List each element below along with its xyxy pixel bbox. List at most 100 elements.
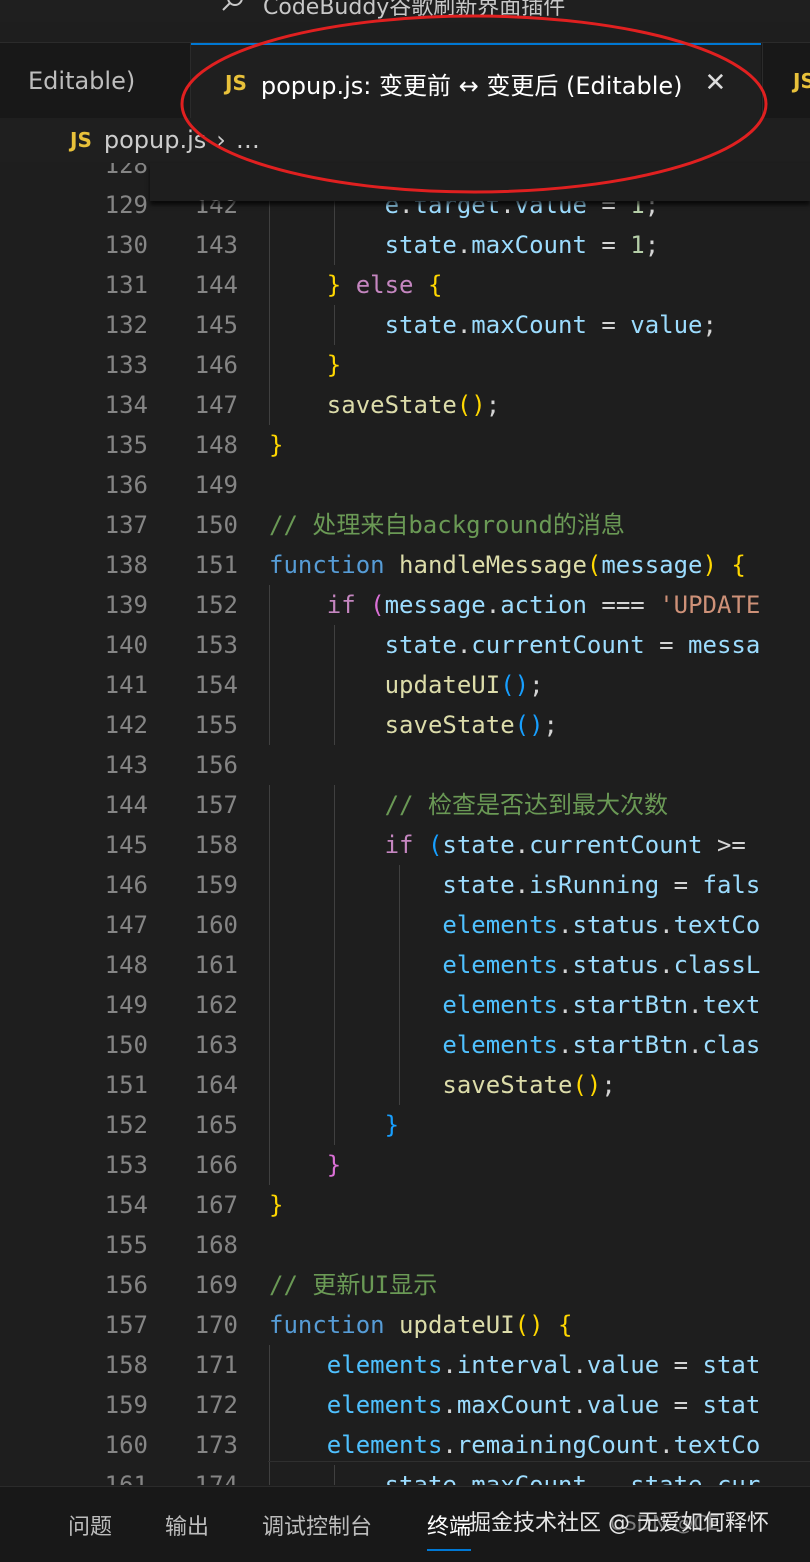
line-number-modified: 172 xyxy=(194,1391,238,1419)
code-line[interactable]: 146 159 state.isRunning = fals xyxy=(0,865,810,905)
line-number-original: 151 xyxy=(104,1071,148,1099)
window-title[interactable]: CodeBuddy谷歌刷新界面插件 xyxy=(263,0,565,21)
line-number-original: 147 xyxy=(104,911,148,939)
code-text: elements.status.textCo xyxy=(442,911,761,939)
line-number-modified: 149 xyxy=(194,471,238,499)
line-number-original: 137 xyxy=(104,511,148,539)
code-line[interactable]: 144 157 // 检查是否达到最大次数 xyxy=(0,785,810,825)
line-number-original: 134 xyxy=(104,391,148,419)
code-line[interactable]: 139 152 if (message.action === 'UPDATE xyxy=(0,585,810,625)
code-editor[interactable]: 128 129 142 e.target.value = 1; 130 143 stat… xyxy=(0,163,810,1485)
code-line[interactable]: 155 168 xyxy=(0,1225,810,1265)
line-number-original: 157 xyxy=(104,1311,148,1339)
code-line[interactable]: 136 149 xyxy=(0,465,810,505)
code-line[interactable]: 158 171 elements.interval.value = stat xyxy=(0,1345,810,1385)
code-line[interactable]: 133 146 } xyxy=(0,345,810,385)
line-number-modified: 161 xyxy=(194,951,238,979)
code-line[interactable]: 134 147 saveState(); xyxy=(0,385,810,425)
code-text: } xyxy=(326,351,342,379)
line-number-modified: 167 xyxy=(194,1191,238,1219)
line-number-modified: 155 xyxy=(194,711,238,739)
tab-terminal[interactable]: 终端 xyxy=(427,1509,472,1551)
code-text: // 更新UI显示 xyxy=(269,1271,438,1299)
code-line[interactable]: 149 162 elements.startBtn.text xyxy=(0,985,810,1025)
code-line[interactable]: 132 145 state.maxCount = value; xyxy=(0,305,810,345)
code-line[interactable]: 152 165 } xyxy=(0,1105,810,1145)
chevron-right-icon: › xyxy=(216,126,226,154)
line-number-original: 141 xyxy=(104,671,148,699)
code-line[interactable]: 135 148} xyxy=(0,425,810,465)
line-number-original: 139 xyxy=(104,591,148,619)
code-line[interactable]: 145 158 if (state.currentCount >= xyxy=(0,825,810,865)
code-line[interactable]: 138 151 function handleMessage(message) { xyxy=(0,545,810,585)
line-number-original: 145 xyxy=(104,831,148,859)
code-line[interactable]: 141 154 updateUI(); xyxy=(0,665,810,705)
line-number-modified: 160 xyxy=(194,911,238,939)
tab-active-label: popup.js: 变更前 ↔ 变更后 (Editable) xyxy=(260,71,683,100)
tab-debug-console[interactable]: 调试控制台 xyxy=(262,1509,372,1541)
code-text: elements.maxCount.value = stat xyxy=(326,1391,761,1419)
line-number-original: 155 xyxy=(104,1231,148,1259)
code-text: } xyxy=(384,1111,400,1139)
tab-next[interactable]: JS xyxy=(762,43,810,119)
code-text: elements.interval.value = stat xyxy=(326,1351,761,1379)
code-text: } xyxy=(269,1191,284,1219)
watermark: 掘金技术社区 @ 无爱如何释怀 xyxy=(469,1511,769,1536)
line-number-modified: 170 xyxy=(194,1311,238,1339)
code-line[interactable]: 153 166 } xyxy=(0,1145,810,1185)
line-number-original: 128 xyxy=(104,163,148,179)
line-number-modified: 146 xyxy=(194,351,238,379)
line-number-original: 158 xyxy=(104,1351,148,1379)
code-line[interactable]: 160 173 elements.remainingCount.textCo xyxy=(0,1425,810,1465)
line-number-original: 150 xyxy=(104,1031,148,1059)
line-number-modified: 150 xyxy=(194,511,238,539)
line-number-modified: 173 xyxy=(194,1431,238,1459)
code-line[interactable]: 159 172 elements.maxCount.value = stat xyxy=(0,1385,810,1425)
code-line[interactable]: 148 161 elements.status.classL xyxy=(0,945,810,985)
code-line[interactable]: 142 155 saveState(); xyxy=(0,705,810,745)
code-line[interactable]: 151 164 saveState(); xyxy=(0,1065,810,1105)
code-line[interactable]: 140 153 state.currentCount = messa xyxy=(0,625,810,665)
line-number-original: 129 xyxy=(104,191,148,219)
code-line[interactable]: 147 160 elements.status.textCo xyxy=(0,905,810,945)
line-number-original: 131 xyxy=(104,271,148,299)
code-line[interactable]: 131 144 } else { xyxy=(0,265,810,305)
line-number-original: 132 xyxy=(104,311,148,339)
code-line[interactable]: 157 170 function updateUI() { xyxy=(0,1305,810,1345)
line-number-original: 143 xyxy=(104,751,148,779)
line-number-original: 154 xyxy=(104,1191,148,1219)
code-line[interactable]: 154 167} xyxy=(0,1185,810,1225)
code-text: elements.startBtn.text xyxy=(442,991,761,1019)
line-number-modified: 152 xyxy=(194,591,238,619)
search-icon xyxy=(222,0,243,11)
line-number-original: 146 xyxy=(104,871,148,899)
tab-output[interactable]: 输出 xyxy=(165,1509,209,1541)
javascript-file-icon: JS xyxy=(793,69,810,93)
tab-previous[interactable]: Editable) xyxy=(0,43,191,119)
line-number-original: 152 xyxy=(104,1111,148,1139)
tab-problems[interactable]: 问题 xyxy=(68,1509,112,1541)
code-line[interactable]: 156 169 // 更新UI显示 xyxy=(0,1265,810,1305)
javascript-file-icon: JS xyxy=(225,71,247,95)
code-text: elements.status.classL xyxy=(442,951,761,979)
breadcrumb-symbol[interactable]: … xyxy=(236,126,260,154)
code-line[interactable]: 137 150 // 处理来自background的消息 xyxy=(0,505,810,545)
tab-popup-js-diff[interactable]: JS popup.js: 变更前 ↔ 变更后 (Editable) ✕ xyxy=(191,43,761,119)
line-number-modified: 164 xyxy=(194,1071,238,1099)
close-icon[interactable]: ✕ xyxy=(705,68,727,98)
code-line[interactable]: 150 163 elements.startBtn.clas xyxy=(0,1025,810,1065)
line-number-modified: 171 xyxy=(194,1351,238,1379)
code-line[interactable]: 143 156 xyxy=(0,745,810,785)
line-number-modified: 154 xyxy=(194,671,238,699)
sticky-scroll-header[interactable]: 139 function handleMaxCountChange(e) { xyxy=(150,163,810,201)
code-line[interactable]: 130 143 state.maxCount = 1; xyxy=(0,225,810,265)
code-text: elements.startBtn.clas xyxy=(442,1031,761,1059)
code-text: function updateUI() { xyxy=(269,1311,573,1339)
code-text: updateUI(); xyxy=(384,671,544,699)
line-number-original: 160 xyxy=(104,1431,148,1459)
breadcrumb-file[interactable]: popup.js xyxy=(104,126,206,154)
line-number-original: 153 xyxy=(104,1151,148,1179)
code-text: // 处理来自background的消息 xyxy=(269,511,625,539)
code-text: elements.remainingCount.textCo xyxy=(326,1431,761,1459)
line-number-modified: 156 xyxy=(194,751,238,779)
